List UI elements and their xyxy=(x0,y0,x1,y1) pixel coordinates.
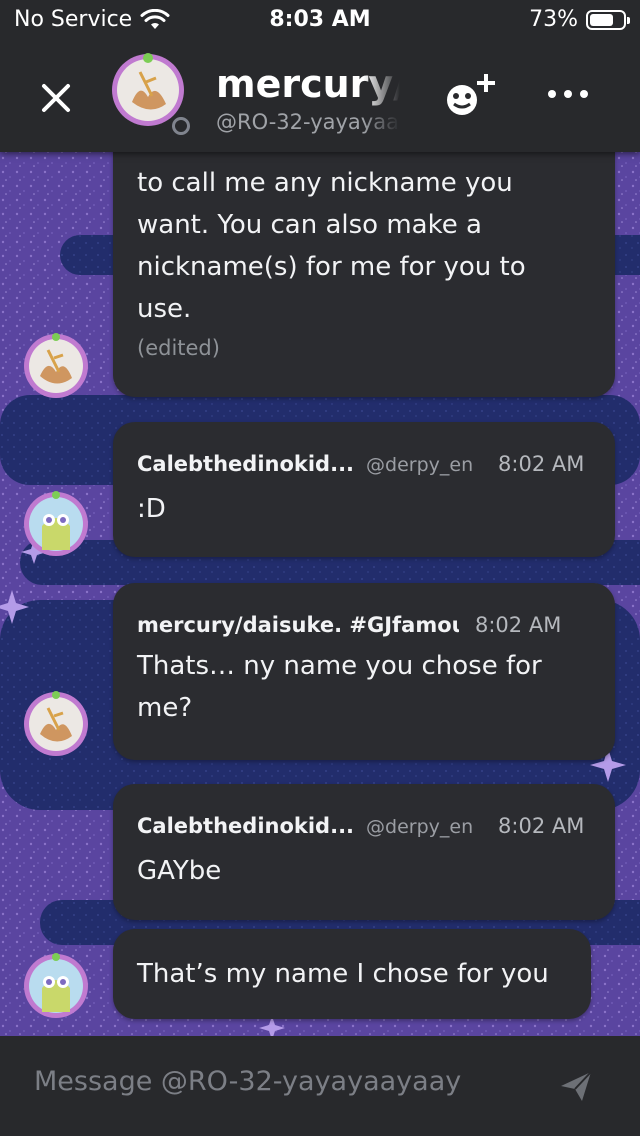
author-name[interactable]: Calebthedinokid... xyxy=(137,814,354,838)
author-handle: @derpy_en xyxy=(366,816,474,838)
message-line: Thats… ny name you chose for xyxy=(137,651,542,681)
message-bubble[interactable]: That’s my name I chose for you xyxy=(113,929,591,1019)
chat-header: No Service 8:03 AM 73% mercury/daisuke. … xyxy=(0,0,640,152)
message-bubble[interactable]: Calebthedinokid... @derpy_en 8:02 AM :D xyxy=(113,422,615,557)
message-input[interactable]: Message @RO-32-yayayaayaay xyxy=(34,1066,461,1097)
avatar[interactable] xyxy=(110,52,186,128)
message-text: That’s my name I chose for you xyxy=(137,959,549,989)
message-line: to call me any nickname you xyxy=(137,168,513,198)
message-line: use. xyxy=(137,294,192,324)
avatar[interactable] xyxy=(22,490,90,558)
message-text: to call me any nickname you want. You ca… xyxy=(137,162,591,330)
send-icon[interactable] xyxy=(558,1068,594,1104)
edited-label: (edited) xyxy=(137,336,220,360)
message-header: Calebthedinokid... @derpy_en 8:02 AM xyxy=(137,814,591,838)
message-line: nickname(s) for me for you to xyxy=(137,252,526,282)
avatar[interactable] xyxy=(22,332,90,400)
author-handle: @derpy_en xyxy=(366,454,474,476)
message-line: me? xyxy=(137,693,193,723)
close-icon[interactable] xyxy=(34,76,78,120)
message-text: Thats… ny name you chose for me? xyxy=(137,645,591,729)
author-name[interactable]: mercury/daisuke. #GJfamou xyxy=(137,613,459,637)
message-composer: Message @RO-32-yayayaayaay xyxy=(0,1036,640,1136)
message-bubble[interactable]: mercury/daisuke. #GJfamou 8:02 AM Thats…… xyxy=(113,583,615,760)
message-header: mercury/daisuke. #GJfamou 8:02 AM xyxy=(137,613,591,637)
more-icon[interactable] xyxy=(546,82,590,106)
author-name[interactable]: Calebthedinokid... xyxy=(137,452,354,476)
status-bar: No Service 8:03 AM 73% xyxy=(0,0,640,40)
status-indicator xyxy=(172,117,190,135)
message-text: :D xyxy=(137,494,166,524)
battery-percent: 73% xyxy=(529,7,578,32)
message-header: Calebthedinokid... @derpy_en 8:02 AM xyxy=(137,452,591,476)
message-text: GAYbe xyxy=(137,856,222,886)
timestamp: 8:02 AM xyxy=(498,814,585,838)
avatar[interactable] xyxy=(22,952,90,1020)
message-line: want. You can also make a xyxy=(137,210,482,240)
channel-title[interactable]: mercury/daisuke. xyxy=(216,62,400,106)
avatar[interactable] xyxy=(22,690,90,758)
battery-icon xyxy=(586,9,630,30)
timestamp: 8:02 AM xyxy=(498,452,585,476)
add-friend-icon[interactable] xyxy=(442,70,498,120)
timestamp: 8:02 AM xyxy=(475,613,562,637)
message-bubble[interactable]: Calebthedinokid... @derpy_en 8:02 AM GAY… xyxy=(113,784,615,920)
channel-handle: @RO-32-yayayaayaay xyxy=(216,110,400,134)
